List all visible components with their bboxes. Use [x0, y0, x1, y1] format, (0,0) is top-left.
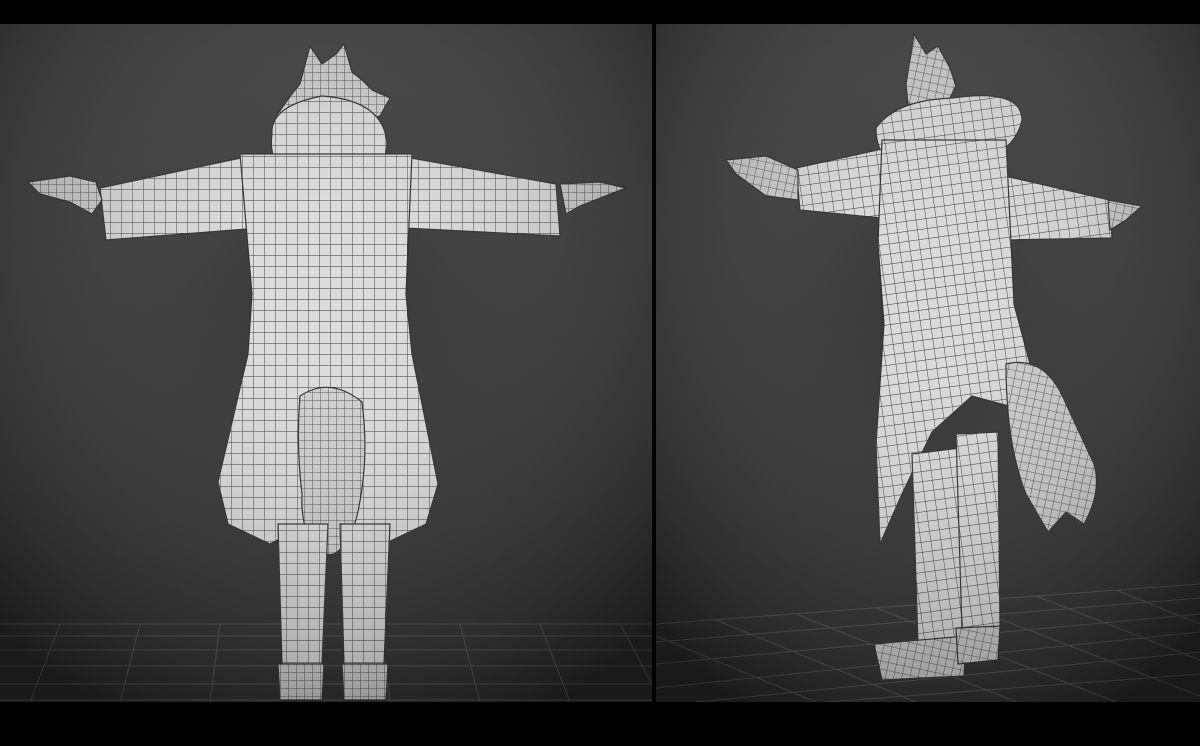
screenshot-frame: [0, 0, 1200, 746]
viewport-back-canvas: [0, 24, 652, 702]
viewport-three-quarter-canvas: [656, 24, 1200, 702]
viewport-back-view[interactable]: [0, 24, 652, 702]
viewport-three-quarter-view[interactable]: [656, 24, 1200, 702]
